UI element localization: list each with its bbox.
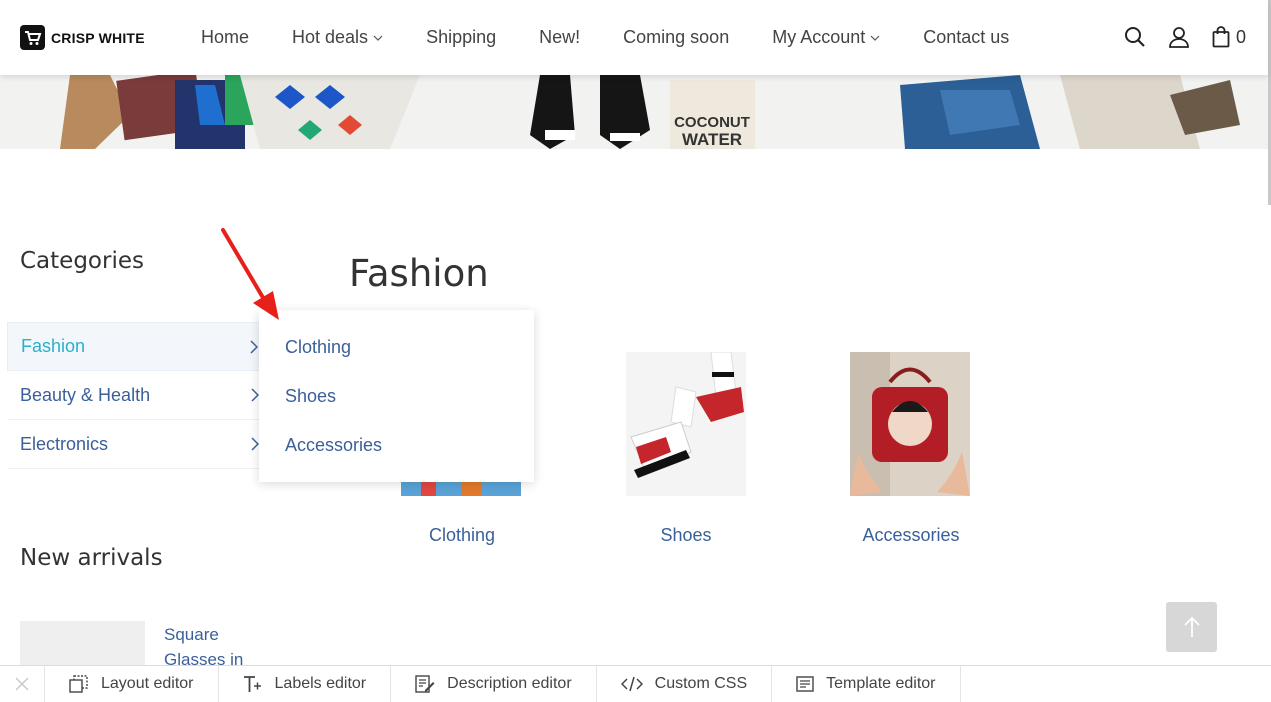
banner-text-2: WATER (682, 130, 742, 149)
category-item-fashion[interactable]: Fashion (7, 322, 267, 371)
page-title: Fashion (349, 252, 489, 295)
nav-label: Home (201, 27, 250, 47)
banner-text-1: COCONUT (674, 114, 750, 131)
nav-my-account[interactable]: My Account (772, 27, 880, 48)
category-label: Fashion (21, 336, 86, 356)
code-icon (620, 676, 643, 692)
new-arrivals-heading: New arrivals (20, 545, 163, 571)
category-label: Beauty & Health (20, 384, 151, 405)
description-editor-button[interactable]: Description editor (391, 666, 597, 702)
template-icon (796, 675, 814, 693)
toolbar-label: Description editor (447, 675, 572, 692)
user-icon[interactable] (1168, 26, 1190, 48)
category-submenu: Clothing Shoes Accessories (259, 310, 534, 482)
chevron-down-icon (373, 35, 383, 41)
submenu-item-accessories[interactable]: Accessories (285, 435, 382, 456)
submenu-item-clothing[interactable]: Clothing (285, 337, 351, 358)
hero-banner: COCONUT WATER (0, 75, 1268, 149)
chevron-right-icon (251, 388, 259, 402)
editor-toolbar: Layout editor Labels editor Description … (0, 665, 1271, 702)
arrow-up-icon (1183, 616, 1200, 637)
brand-name: CRISP WHITE (51, 29, 145, 46)
nav-label: Hot deals (292, 27, 369, 47)
categories-heading: Categories (20, 248, 144, 274)
arrival-thumbnail[interactable] (20, 621, 145, 671)
main-nav: Home Hot deals Shipping New! Coming soon… (201, 27, 1052, 48)
nav-label: Coming soon (623, 27, 730, 47)
toolbar-label: Layout editor (101, 675, 194, 692)
site-header: CRISP WHITE Home Hot deals Shipping New!… (0, 0, 1268, 75)
category-list: Fashion Beauty & Health Electronics (7, 322, 267, 469)
banner-image: COCONUT WATER (0, 75, 1268, 149)
nav-new[interactable]: New! (539, 27, 580, 48)
nav-contact-us[interactable]: Contact us (923, 27, 1009, 48)
category-item-electronics[interactable]: Electronics (7, 420, 267, 469)
chevron-right-icon (250, 339, 258, 354)
toolbar-label: Labels editor (274, 675, 367, 692)
product-label-shoes[interactable]: Shoes (606, 525, 766, 546)
nav-hot-deals[interactable]: Hot deals (292, 27, 383, 48)
layout-editor-button[interactable]: Layout editor (45, 666, 219, 702)
product-label-clothing[interactable]: Clothing (382, 525, 542, 546)
header-actions: 0 (1102, 26, 1246, 48)
logo[interactable]: CRISP WHITE (20, 25, 145, 50)
toolbar-label: Template editor (826, 675, 936, 692)
product-image-shoes[interactable] (626, 352, 746, 496)
nav-label: Contact us (923, 27, 1010, 47)
nav-home[interactable]: Home (201, 27, 249, 48)
close-icon (15, 677, 29, 691)
annotation-arrow-icon (221, 228, 279, 320)
product-image-accessories[interactable] (850, 352, 970, 496)
text-plus-icon (243, 675, 263, 693)
nav-label: Shipping (426, 27, 497, 47)
category-item-beauty-health[interactable]: Beauty & Health (7, 371, 267, 420)
back-to-top-button[interactable] (1166, 602, 1217, 652)
document-edit-icon (415, 675, 435, 693)
close-toolbar-button[interactable] (0, 666, 45, 702)
chevron-down-icon (870, 35, 880, 41)
cart-logo-icon (20, 25, 45, 50)
cart-count: 0 (1235, 26, 1246, 47)
product-label-accessories[interactable]: Accessories (831, 525, 991, 546)
nav-coming-soon[interactable]: Coming soon (623, 27, 729, 48)
submenu-item-shoes[interactable]: Shoes (285, 386, 336, 407)
template-editor-button[interactable]: Template editor (772, 666, 961, 702)
chevron-right-icon (251, 437, 259, 451)
nav-shipping[interactable]: Shipping (426, 27, 496, 48)
custom-css-button[interactable]: Custom CSS (597, 666, 773, 702)
nav-label: My Account (772, 27, 866, 47)
toolbar-label: Custom CSS (654, 675, 748, 692)
search-icon[interactable] (1124, 26, 1146, 48)
cart-icon[interactable]: 0 (1212, 26, 1246, 48)
nav-label: New! (539, 27, 581, 47)
layout-icon (69, 675, 89, 693)
labels-editor-button[interactable]: Labels editor (219, 666, 392, 702)
category-label: Electronics (20, 433, 109, 454)
